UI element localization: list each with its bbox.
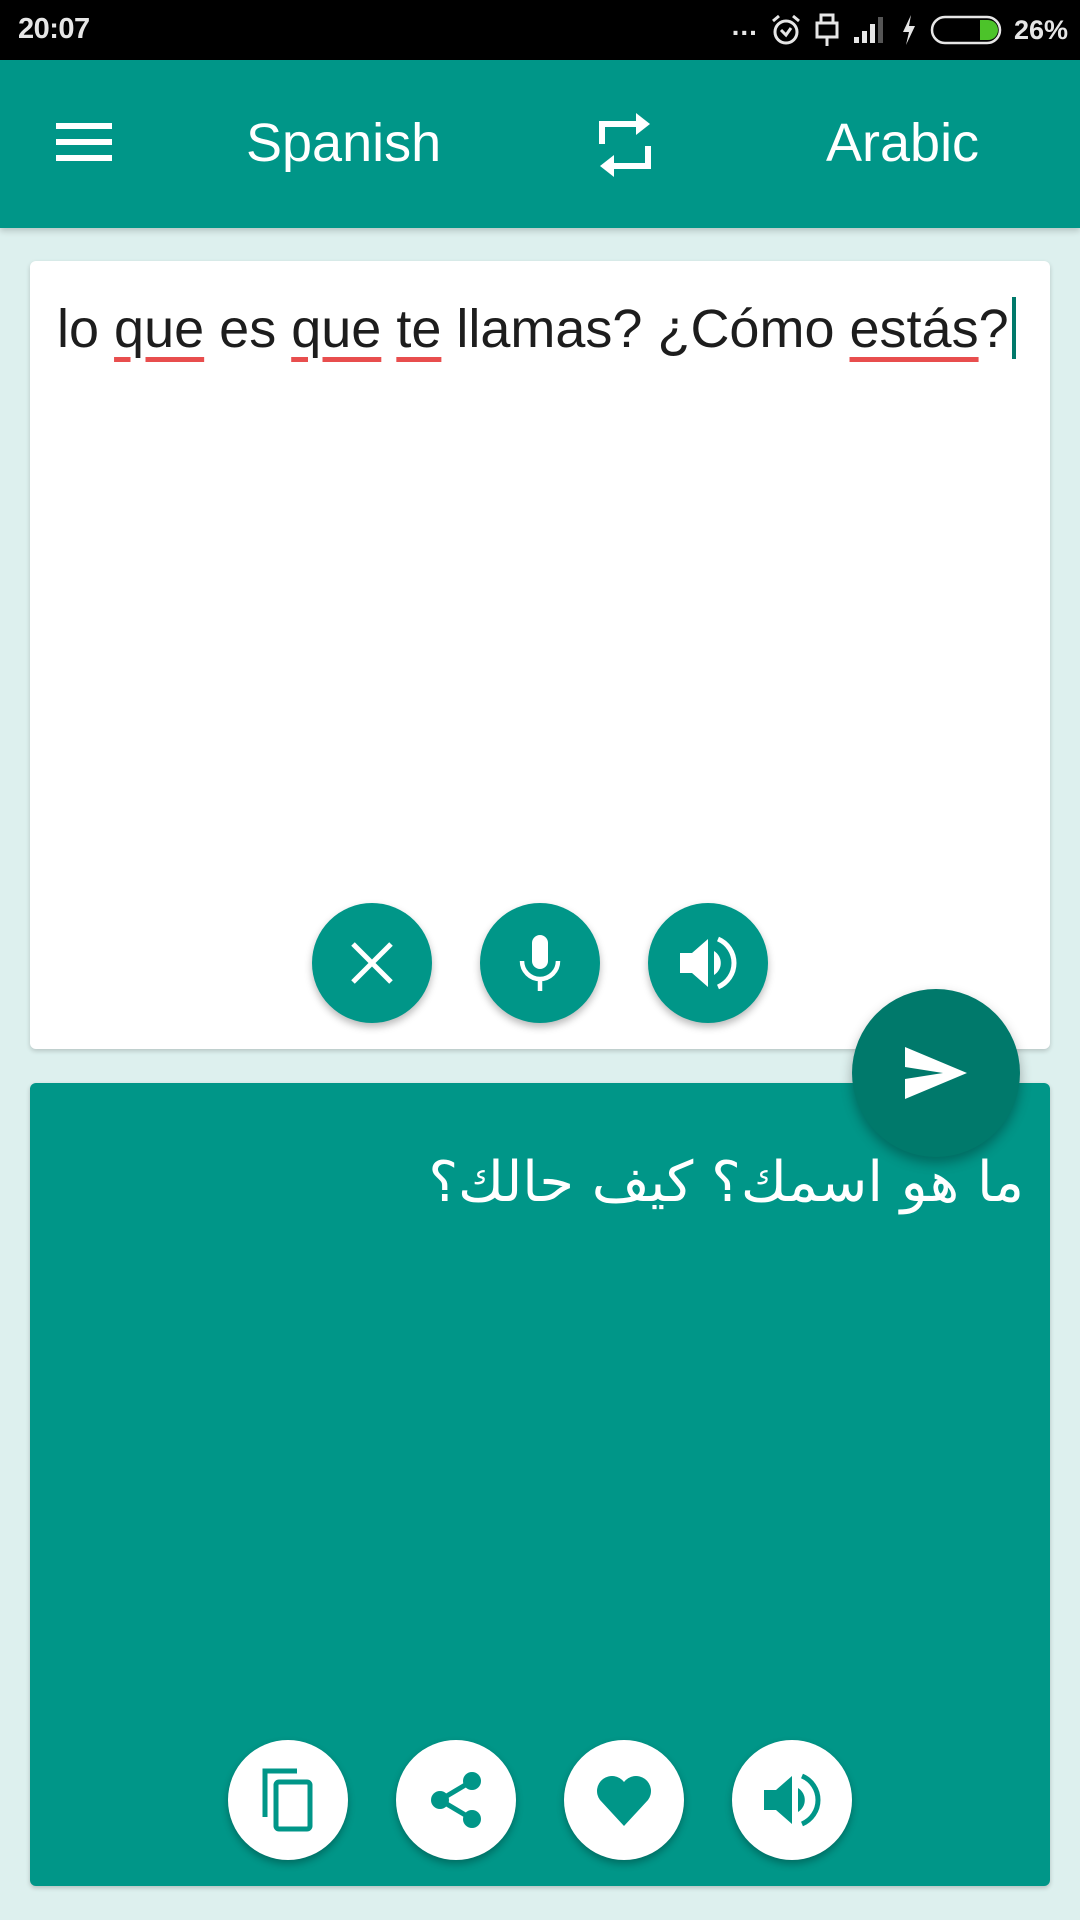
text-segment: ? <box>978 299 1009 359</box>
microphone-icon <box>519 935 561 991</box>
signal-icon <box>852 15 888 45</box>
misspelled-word[interactable]: te <box>396 299 441 359</box>
share-icon <box>431 1772 481 1828</box>
close-icon <box>351 942 393 984</box>
copy-button[interactable] <box>228 1740 348 1860</box>
source-language-selector[interactable]: Spanish <box>246 110 441 176</box>
hamburger-bar <box>56 155 112 161</box>
speaker-icon <box>764 1773 821 1827</box>
source-text-input[interactable]: lo que es que te llamas? ¿Cómo estás? <box>57 293 1017 365</box>
usb-icon <box>814 12 840 48</box>
share-button[interactable] <box>396 1740 516 1860</box>
hamburger-menu-icon <box>56 123 112 129</box>
text-segment: es <box>204 299 292 359</box>
misspelled-word[interactable]: que <box>291 299 381 359</box>
heart-icon <box>597 1776 651 1826</box>
source-text-card: lo que es que te llamas? ¿Cómo estás? <box>30 261 1050 1049</box>
battery-percentage: 26% <box>1013 14 1068 45</box>
status-icons: ... 26% <box>732 8 1068 52</box>
favorite-button[interactable] <box>564 1740 684 1860</box>
misspelled-word[interactable]: que <box>114 299 204 359</box>
alarm-icon <box>770 13 802 47</box>
text-segment: lo <box>57 299 115 359</box>
misspelled-word[interactable]: estás <box>850 299 979 359</box>
hamburger-bar <box>56 139 112 145</box>
battery-icon <box>930 15 1002 45</box>
status-bar: 20:07 ... 26% <box>0 0 1080 60</box>
swap-languages-icon <box>599 113 651 177</box>
target-language-selector[interactable]: Arabic <box>826 110 979 176</box>
text-cursor <box>1011 297 1016 359</box>
translation-card: ما هو اسمك؟ كيف حالك؟ <box>30 1083 1050 1886</box>
app-toolbar: Spanish Arabic <box>0 60 1080 228</box>
text-segment: llamas? ¿Cómo <box>441 299 850 359</box>
speak-translation-button[interactable] <box>732 1740 852 1860</box>
notification-overflow-icon: ... <box>731 10 758 41</box>
translate-button[interactable] <box>852 989 1020 1157</box>
copy-icon <box>262 1768 313 1832</box>
text-segment <box>381 299 396 359</box>
menu-button[interactable] <box>48 112 120 176</box>
charging-icon <box>900 13 918 47</box>
status-time: 20:07 <box>18 13 90 45</box>
speaker-icon <box>680 936 737 990</box>
translation-text: ما هو اسمك؟ كيف حالك؟ <box>428 1150 1024 1215</box>
speak-source-button[interactable] <box>648 903 768 1023</box>
swap-languages-button[interactable] <box>590 110 660 180</box>
clear-button[interactable] <box>312 903 432 1023</box>
voice-input-button[interactable] <box>480 903 600 1023</box>
send-icon <box>905 1047 967 1099</box>
